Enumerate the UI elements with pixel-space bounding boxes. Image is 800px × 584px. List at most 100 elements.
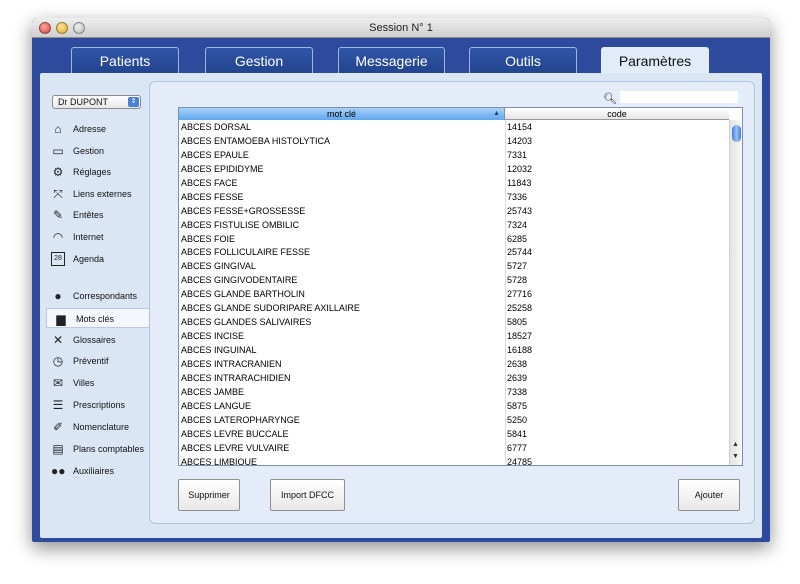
tab-patients[interactable]: Patients xyxy=(71,47,179,74)
sidebar-item-gestion[interactable]: ▭ Gestion xyxy=(44,141,148,161)
code-cell: 16188 xyxy=(507,345,533,355)
minimize-window-button[interactable] xyxy=(56,22,68,34)
code-cell: 2639 xyxy=(507,372,528,383)
code-cell: 6777 xyxy=(507,442,528,453)
code-cell: 5727 xyxy=(507,261,528,272)
table-row[interactable]: ABCES GINGIVODENTAIRE 5728 xyxy=(179,273,729,287)
column-header-mot-cle[interactable]: mot clé ▲ xyxy=(179,108,505,120)
keyword-cell: ABCES GINGIVODENTAIRE xyxy=(181,275,298,286)
sidebar-item-preventif[interactable]: ◷ Préventif xyxy=(44,351,148,371)
table-row[interactable]: ABCES DORSAL 14154 xyxy=(179,120,729,134)
table-header: mot clé ▲ code xyxy=(179,108,742,120)
sidebar-item-villes[interactable]: ✉ Villes xyxy=(44,373,148,393)
code-cell: 7324 xyxy=(507,219,528,230)
keyword-cell: ABCES JAMBE xyxy=(181,386,245,397)
sidebar-item-plans-comptables[interactable]: ▤ Plans comptables xyxy=(44,439,148,459)
edit-icon: ✎ xyxy=(52,208,64,222)
bar-chart-icon: ▆ xyxy=(56,312,66,326)
sidebar-item-prescriptions[interactable]: ☰ Prescriptions xyxy=(44,395,148,415)
table-row[interactable]: ABCES EPAULE 7331 xyxy=(179,148,729,162)
sidebar-item-entetes[interactable]: ✎ Entêtes xyxy=(44,205,148,225)
table-row[interactable]: ABCES LEVRE VULVAIRE 6777 xyxy=(179,441,729,455)
scrollbar-thumb[interactable] xyxy=(732,125,741,142)
sidebar-item-label: Glossaires xyxy=(73,335,116,345)
sidebar-item-label: Liens externes xyxy=(73,189,132,199)
table-row[interactable]: ABCES EPIDIDYME 12032 xyxy=(179,162,729,176)
app-window: Session N° 1 Patients Gestion Messagerie… xyxy=(32,18,770,542)
column-header-code[interactable]: code xyxy=(505,108,729,120)
keyword-cell: ABCES LANGUE xyxy=(181,400,252,411)
table-row[interactable]: ABCES FESSE 7336 xyxy=(179,190,729,204)
keyword-cell: ABCES LATEROPHARYNGE xyxy=(181,414,300,425)
sidebar-item-auxiliaires[interactable]: ●● Auxiliaires xyxy=(44,461,148,481)
keyword-cell: ABCES LEVRE BUCCALE xyxy=(181,428,289,439)
tab-outils[interactable]: Outils xyxy=(469,47,577,74)
code-cell: 12032 xyxy=(507,163,533,174)
table-row[interactable]: ABCES LIMBIQUE 24785 xyxy=(179,455,729,466)
sidebar-item-liens-externes[interactable]: ⤧ Liens externes xyxy=(44,184,148,204)
table-row[interactable]: ABCES LATEROPHARYNGE 5250 xyxy=(179,413,729,427)
code-cell: 24785 xyxy=(507,456,533,466)
vertical-scrollbar[interactable]: ▲ ▼ xyxy=(729,120,742,465)
table-row[interactable]: ABCES INTRARACHIDIEN 2639 xyxy=(179,371,729,385)
table-body: ABCES DORSAL 14154 ABCES ENTAMOEBA HISTOLY… xyxy=(179,120,729,466)
table-row[interactable]: ABCES FISTULISE OMBILIC 7324 xyxy=(179,218,729,232)
sidebar-item-label: Nomenclature xyxy=(73,422,130,432)
table-row[interactable]: ABCES ENTAMOEBA HISTOLYTICA 14203 xyxy=(179,134,729,148)
keyword-cell: ABCES FOIE xyxy=(181,233,236,244)
envelope-icon: ✉ xyxy=(52,376,64,390)
tab-gestion[interactable]: Gestion xyxy=(205,47,313,74)
table-row[interactable]: ABCES FOIE 6285 xyxy=(179,232,729,246)
doctor-select-value: Dr DUPONT xyxy=(58,97,108,107)
table-row[interactable]: ABCES FACE 11843 xyxy=(179,176,729,190)
calendar-icon: 28 xyxy=(51,252,65,266)
close-window-button[interactable] xyxy=(39,22,51,34)
code-cell: 7331 xyxy=(507,149,528,160)
gear-icon: ⚙ xyxy=(52,165,64,179)
delete-button[interactable]: Supprimer xyxy=(178,479,240,511)
table-row[interactable]: ABCES FESSE+GROSSESSE 25743 xyxy=(179,204,729,218)
code-cell: 5875 xyxy=(507,400,528,411)
search-input[interactable] xyxy=(620,91,738,103)
tab-messagerie[interactable]: Messagerie xyxy=(338,47,445,74)
table-row[interactable]: ABCES LEVRE BUCCALE 5841 xyxy=(179,427,729,441)
table-row[interactable]: ABCES GLANDE SUDORIPARE AXILLAIRE 25258 xyxy=(179,301,729,315)
sidebar-item-nomenclature[interactable]: ✐ Nomenclature xyxy=(44,417,148,437)
sidebar-item-reglages[interactable]: ⚙ Réglages xyxy=(44,162,148,182)
keyword-cell: ABCES ENTAMOEBA HISTOLYTICA xyxy=(181,135,331,146)
select-arrows-icon: ⇕ xyxy=(128,97,139,107)
add-button[interactable]: Ajouter xyxy=(678,479,740,511)
keyword-cell: ABCES INTRARACHIDIEN xyxy=(181,372,291,383)
sidebar-item-internet[interactable]: ◠ Internet xyxy=(44,227,148,247)
zoom-window-button[interactable] xyxy=(73,22,85,34)
table-row[interactable]: ABCES GLANDE BARTHOLIN 27716 xyxy=(179,287,729,301)
table-row[interactable]: ABCES FOLLICULAIRE FESSE 25744 xyxy=(179,245,729,259)
inbox-icon: ▭ xyxy=(52,144,64,158)
table-row[interactable]: ABCES LANGUE 5875 xyxy=(179,399,729,413)
table-row[interactable]: ABCES GINGIVAL 5727 xyxy=(179,259,729,273)
keywords-table: mot clé ▲ code ABCES DORSAL 14154 ABCES EN… xyxy=(178,107,743,466)
sidebar-item-label: Gestion xyxy=(73,146,105,156)
keywords-panel: 🔍︎ mot clé ▲ code ABCES DORSAL 14154 ABCES… xyxy=(149,81,755,524)
keyword-cell: ABCES FISTULISE OMBILIC xyxy=(181,219,300,230)
code-cell: 2638 xyxy=(507,358,528,369)
sidebar-item-mots-cles[interactable]: ▆ Mots clés xyxy=(46,308,149,328)
scroll-down-icon[interactable]: ▼ xyxy=(732,453,739,460)
scroll-up-icon[interactable]: ▲ xyxy=(732,441,739,448)
sidebar-item-correspondants[interactable]: ● Correspondants xyxy=(44,286,148,306)
sidebar-item-adresse[interactable]: ⌂ Adresse xyxy=(44,119,148,139)
clock-icon: ◷ xyxy=(52,354,64,368)
doctor-select[interactable]: Dr DUPONT ⇕ xyxy=(52,95,141,109)
table-row[interactable]: ABCES JAMBE 7338 xyxy=(179,385,729,399)
table-row[interactable]: ABCES INGUINAL 16188 xyxy=(179,343,729,357)
keyword-cell: ABCES DORSAL xyxy=(181,122,252,132)
sidebar-item-glossaires[interactable]: ✕ Glossaires xyxy=(44,330,148,350)
table-row[interactable]: ABCES GLANDES SALIVAIRES 5805 xyxy=(179,315,729,329)
code-cell: 5841 xyxy=(507,428,528,439)
table-row[interactable]: ABCES INTRACRANIEN 2638 xyxy=(179,357,729,371)
sidebar-item-label: Correspondants xyxy=(73,291,138,301)
tab-parametres[interactable]: Paramètres xyxy=(601,47,709,76)
import-dfcc-button[interactable]: Import DFCC xyxy=(270,479,345,511)
sidebar-item-agenda[interactable]: 28 Agenda xyxy=(44,249,148,269)
table-row[interactable]: ABCES INCISE 18527 xyxy=(179,329,729,343)
